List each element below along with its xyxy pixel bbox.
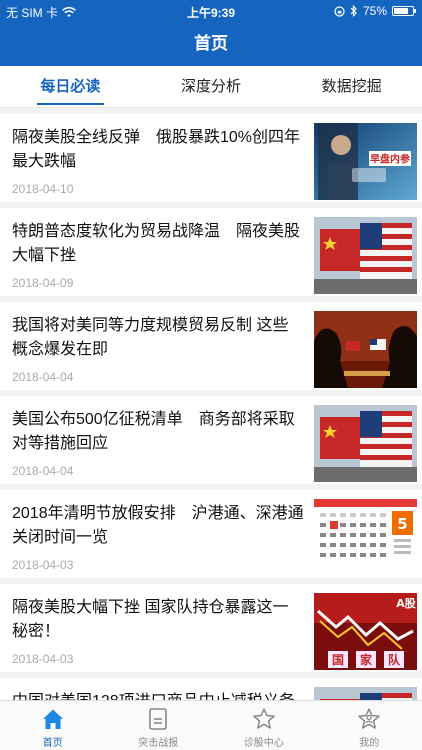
article-thumbnail: [314, 687, 417, 700]
article-thumbnail: 5: [314, 499, 417, 576]
article-item[interactable]: 隔夜美股大幅下挫 国家队持仓暴露这一秘密！ 2018-04-03 A股 国 家 …: [0, 584, 422, 672]
svg-text:5: 5: [397, 515, 407, 533]
report-icon: [149, 708, 168, 730]
article-item[interactable]: 隔夜美股全线反弹 俄股暴跌10%创四年最大跌幅 2018-04-10 早盘内参: [0, 114, 422, 202]
bottom-tab-diagnosis[interactable]: 诊股中心: [211, 701, 317, 750]
bottom-tab-mine[interactable]: 我的: [317, 701, 422, 750]
article-item[interactable]: 特朗普态度软化为贸易战降温 隔夜美股大幅下挫 2018-04-09: [0, 208, 422, 296]
user-star-icon: [358, 708, 380, 729]
battery-icon: [392, 6, 416, 16]
tab-data-mining[interactable]: 数据挖掘: [281, 66, 422, 107]
article-item[interactable]: 美国公布500亿征税清单 商务部将采取对等措施回应 2018-04-04: [0, 396, 422, 484]
article-list: 隔夜美股全线反弹 俄股暴跌10%创四年最大跌幅 2018-04-10 早盘内参 …: [0, 108, 422, 700]
bottom-tab-label: 突击战报: [138, 738, 179, 749]
article-title: 特朗普态度软化为贸易战降温 隔夜美股大幅下挫: [12, 223, 301, 264]
article-date: 2018-04-09: [12, 276, 74, 290]
svg-text:家: 家: [360, 652, 373, 667]
thumb-label: 早盘内参: [370, 153, 410, 166]
bottom-tab-label: 诊股中心: [243, 738, 284, 749]
article-title: 隔夜美股大幅下挫 国家队持仓暴露这一秘密！: [12, 599, 289, 640]
status-bar: 无 SIM 卡 上午9:39 75%: [0, 0, 422, 22]
tab-daily-must-read[interactable]: 每日必读: [0, 66, 141, 107]
bottom-tab-label: 我的: [359, 738, 380, 749]
article-title: 中国对美国128项进口商品中止减税义务: [12, 690, 304, 700]
article-date: 2018-04-10: [12, 182, 74, 196]
article-thumbnail: [314, 311, 417, 388]
bottom-tab-bar: 首页 突击战报 诊股中心 我的: [0, 700, 422, 750]
article-date: 2018-04-03: [12, 558, 74, 572]
svg-text:队: 队: [388, 652, 401, 667]
article-item[interactable]: 中国对美国128项进口商品中止减税义务: [0, 678, 422, 700]
tab-deep-analysis[interactable]: 深度分析: [141, 66, 282, 107]
star-icon: [253, 708, 275, 729]
article-date: 2018-04-04: [12, 370, 74, 384]
article-title: 我国将对美同等力度规模贸易反制 这些概念爆发在即: [12, 317, 289, 358]
article-title: 2018年清明节放假安排 沪港通、深港通关闭时间一览: [12, 505, 304, 546]
svg-text:国: 国: [332, 653, 344, 667]
lock-rotation-icon: [334, 5, 345, 17]
article-item[interactable]: 我国将对美同等力度规模贸易反制 这些概念爆发在即 2018-04-04: [0, 302, 422, 390]
battery-percent: 75%: [362, 4, 387, 18]
article-date: 2018-04-03: [12, 652, 74, 666]
bluetooth-icon: [350, 5, 357, 17]
bottom-tab-home[interactable]: 首页: [0, 701, 106, 750]
article-date: 2018-04-04: [12, 464, 74, 478]
article-thumbnail: [314, 217, 417, 294]
category-tabs: 每日必读 深度分析 数据挖掘: [0, 66, 422, 108]
article-title: 隔夜美股全线反弹 俄股暴跌10%创四年最大跌幅: [12, 129, 301, 170]
svg-text:A股: A股: [396, 597, 417, 610]
home-icon: [42, 709, 63, 729]
article-thumbnail: A股 国 家 队: [314, 593, 417, 670]
bottom-tab-report[interactable]: 突击战报: [106, 701, 212, 750]
article-title: 美国公布500亿征税清单 商务部将采取对等措施回应: [12, 411, 295, 452]
bottom-tab-label: 首页: [42, 738, 63, 749]
article-thumbnail: [314, 405, 417, 482]
page-title: 首页: [0, 22, 422, 66]
article-item[interactable]: 2018年清明节放假安排 沪港通、深港通关闭时间一览 2018-04-03 5: [0, 490, 422, 578]
article-thumbnail: 早盘内参: [314, 123, 417, 200]
